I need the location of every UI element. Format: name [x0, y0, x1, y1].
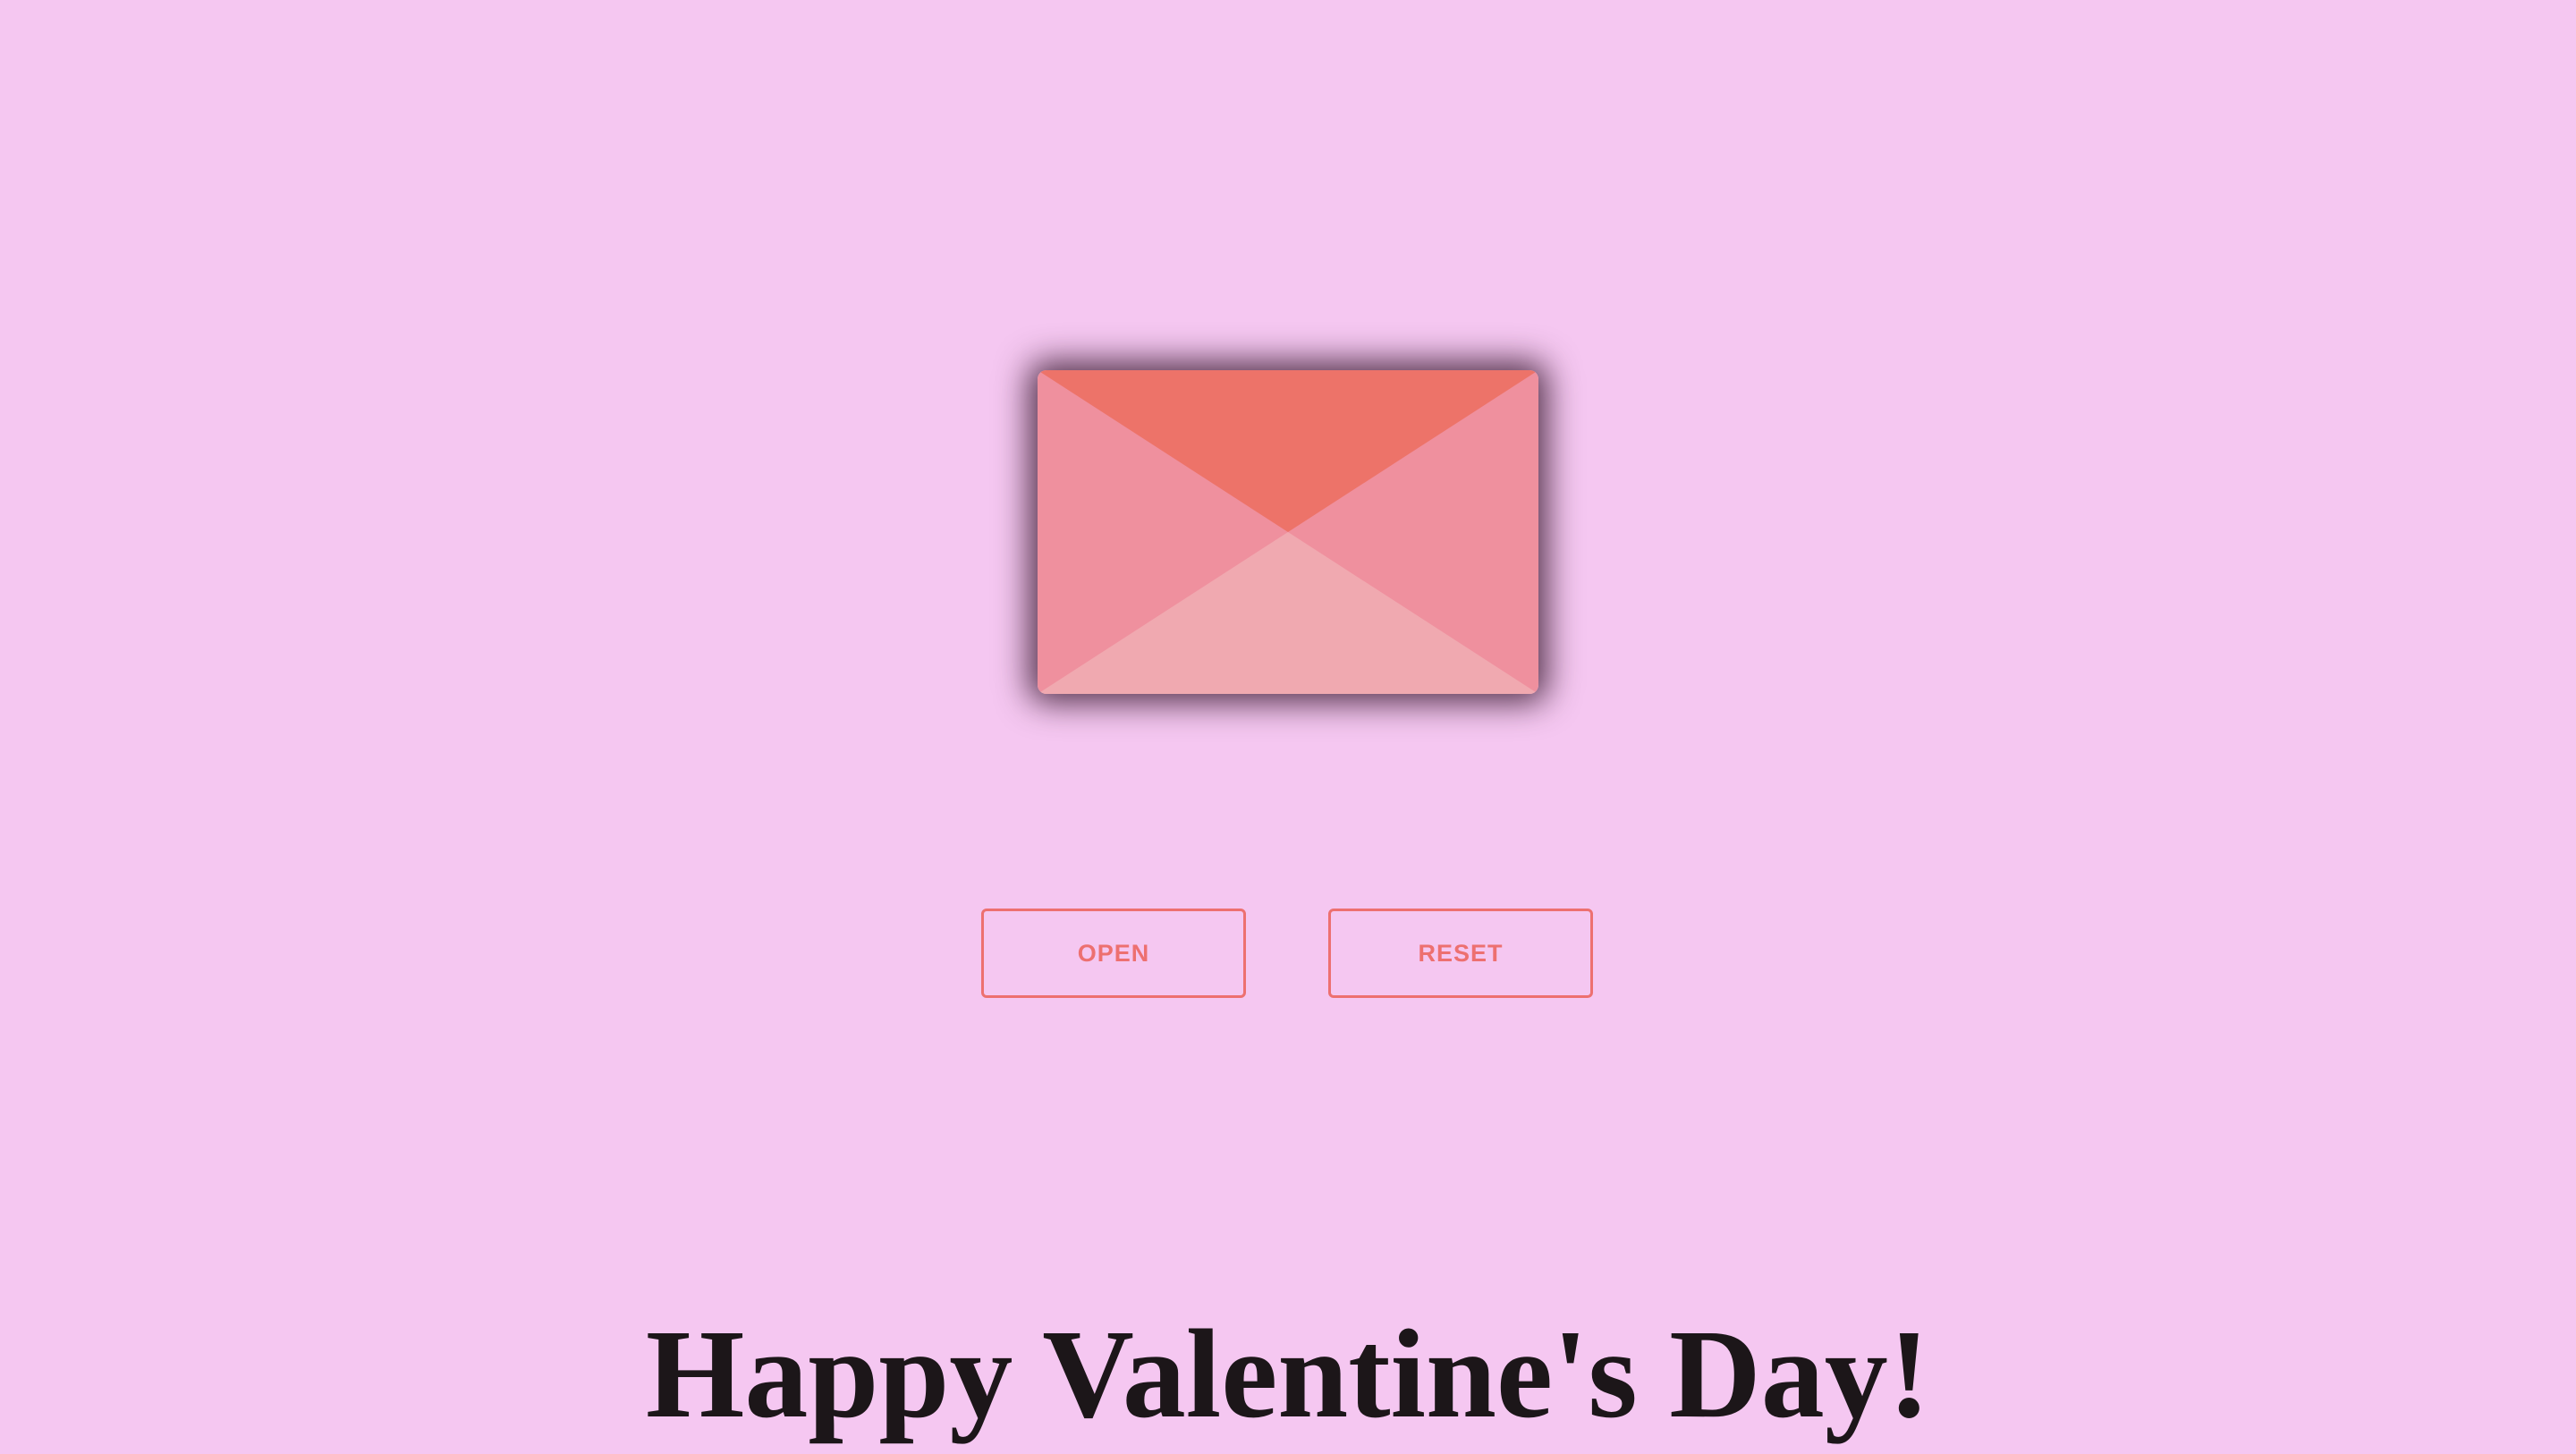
reset-button[interactable]: RESET	[1328, 909, 1593, 998]
page: OPEN RESET Happy Valentine's Day!	[0, 0, 2576, 1454]
greeting-title: Happy Valentine's Day!	[645, 1303, 1931, 1444]
envelope[interactable]	[1038, 370, 1538, 694]
envelope-graphic	[1038, 370, 1538, 694]
open-button[interactable]: OPEN	[981, 909, 1246, 998]
